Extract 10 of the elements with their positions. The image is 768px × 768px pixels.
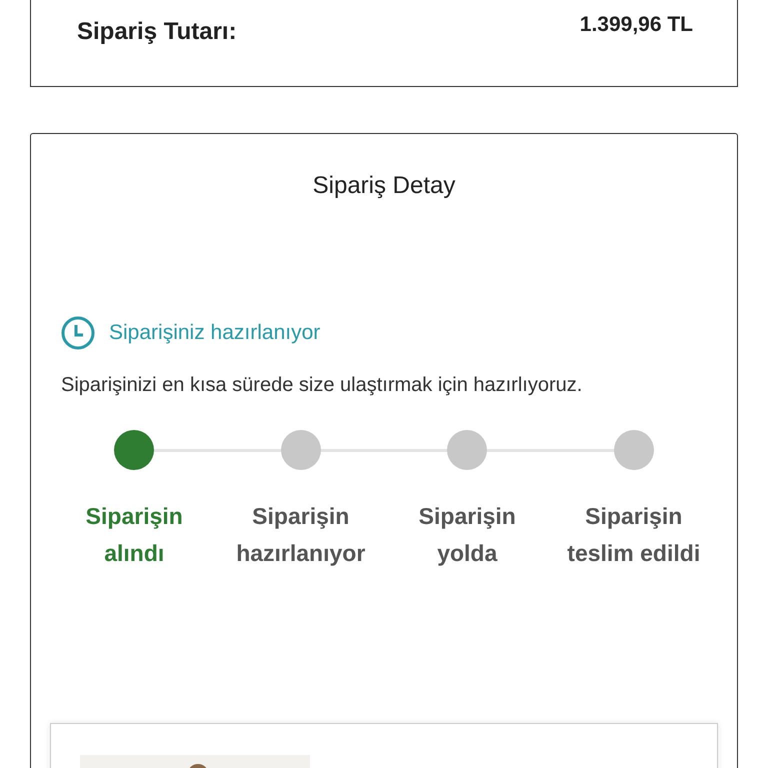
status-description: Siparişinizi en kısa sürede size ulaştırmak için hazırlıyoruz. [61,373,584,398]
clock-icon [61,316,95,350]
status-label: Siparişiniz hazırlanıyor [109,320,320,346]
step-label: Siparişin yolda [418,502,517,568]
card-title: Sipariş Detay [312,171,456,201]
step-label: Siparişin alındı [84,502,184,568]
step-label: Siparişin teslim edildi [566,502,702,568]
step-label: Siparişin hazırlanıyor [235,502,366,568]
order-total-value: 1.399,96 TL [580,12,693,38]
order-total-label: Sipariş Tutarı: [77,17,237,47]
